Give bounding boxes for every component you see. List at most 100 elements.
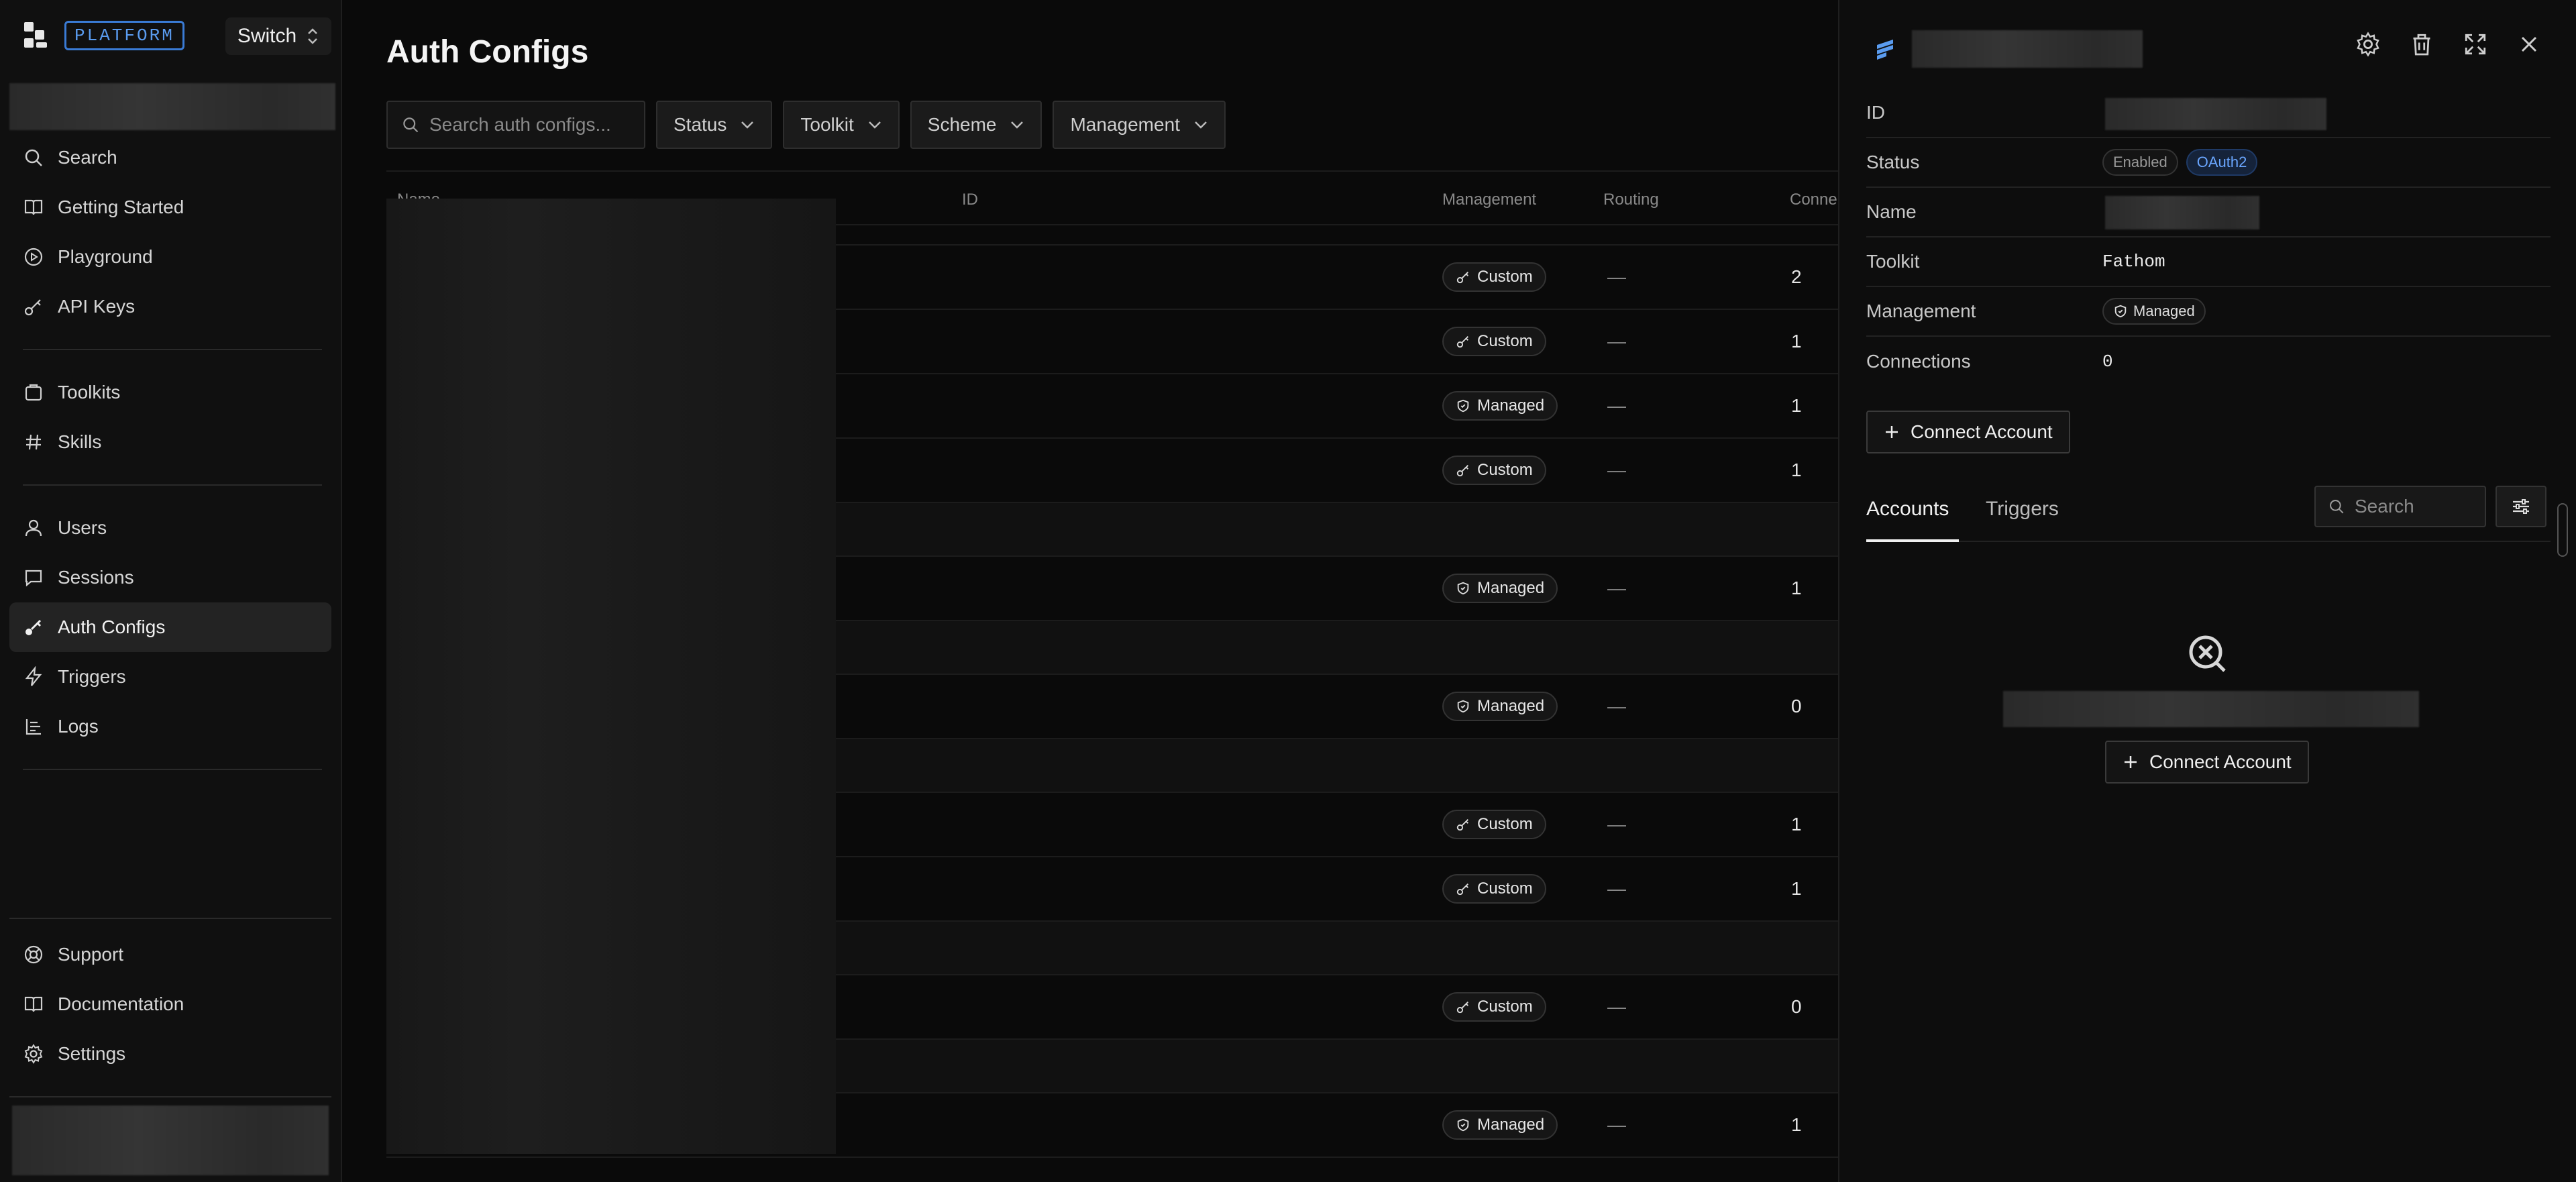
plus-icon (1886, 426, 1898, 438)
management-cell: Custom (1442, 455, 1546, 485)
search-input[interactable] (429, 114, 631, 136)
scrollbar[interactable] (2557, 503, 2568, 557)
nav-item-label: Toolkits (58, 382, 121, 402)
brand[interactable]: PLATFORM (20, 17, 184, 54)
connections-cell: 2 (1791, 266, 1802, 287)
routing-cell: — (1607, 331, 1626, 352)
management-cell: Custom (1442, 327, 1546, 356)
key-icon (1456, 336, 1468, 348)
detail-panel: ID Status Enabled OAuth2 Name Toolkit Fa… (1838, 0, 2576, 1182)
column-header-connections[interactable]: Conne (1790, 191, 1837, 209)
management-badge: Custom (1442, 992, 1546, 1022)
chevron-down-icon (1195, 121, 1207, 129)
nav-item-label: Settings (58, 1043, 126, 1064)
nav-item-api-keys[interactable]: API Keys (9, 282, 331, 331)
nav-item-documentation[interactable]: Documentation (9, 979, 331, 1029)
column-header-id[interactable]: ID (962, 191, 978, 209)
filter-management[interactable]: Management (1053, 101, 1226, 149)
routing-cell: — (1607, 460, 1626, 480)
nav-item-settings[interactable]: Settings (9, 1029, 331, 1079)
filter-options-button[interactable] (2496, 486, 2546, 527)
nav-item-logs[interactable]: Logs (9, 702, 331, 751)
filter-scheme[interactable]: Scheme (910, 101, 1042, 149)
nav-item-toolkits[interactable]: Toolkits (9, 368, 331, 417)
tab-triggers[interactable]: Triggers (1986, 498, 2059, 521)
book-icon (24, 199, 43, 215)
connections-cell: 1 (1791, 814, 1802, 835)
key-icon (25, 619, 42, 635)
panel-title (1912, 30, 2143, 68)
shield-icon (1457, 700, 1469, 713)
nav-item-auth-configs[interactable]: Auth Configs (9, 602, 331, 652)
panel-actions (2355, 31, 2542, 58)
main-content: Auth Configs Status Toolkit Scheme Manag… (343, 0, 1838, 1182)
search-auth-configs[interactable] (386, 101, 645, 149)
filter-toolkit[interactable]: Toolkit (783, 101, 900, 149)
prop-label: Name (1866, 201, 1917, 222)
management-cell: Custom (1442, 992, 1546, 1022)
connections-cell: 0 (1791, 996, 1802, 1017)
management-badge: Custom (1442, 327, 1546, 356)
fathom-logo-icon (1877, 40, 1893, 60)
column-header-routing[interactable]: Routing (1603, 191, 1659, 209)
routing-cell: — (1607, 266, 1626, 287)
account-menu[interactable] (12, 1106, 329, 1175)
nav-item-search[interactable]: Search (9, 133, 331, 182)
connect-account-button[interactable]: Connect Account (1866, 411, 2070, 453)
prop-label: Connections (1866, 351, 1971, 372)
prop-name: Name (1866, 188, 2551, 237)
tab-accounts[interactable]: Accounts (1866, 498, 1949, 521)
search-icon (403, 117, 419, 133)
accounts-search-input[interactable] (2355, 496, 2475, 517)
sliders-icon (2513, 499, 2529, 514)
management-badge: Custom (1442, 810, 1546, 839)
user-icon (25, 519, 42, 537)
nav-item-getting-started[interactable]: Getting Started (9, 182, 331, 232)
switch-button[interactable]: Switch (225, 17, 331, 55)
nav-item-playground[interactable]: Playground (9, 232, 331, 282)
nav-divider (9, 918, 331, 919)
empty-connect-account-button[interactable]: Connect Account (2105, 741, 2309, 784)
management-label: Managed (2133, 303, 2195, 319)
routing-cell: — (1607, 814, 1626, 835)
management-badge: Custom (1442, 455, 1546, 485)
management-label: Custom (1477, 998, 1533, 1016)
management-cell: Managed (1442, 1110, 1558, 1140)
connections-value: 0 (2102, 352, 2113, 372)
close-icon[interactable] (2516, 31, 2542, 58)
filter-status[interactable]: Status (656, 101, 773, 149)
search-icon (2330, 500, 2344, 514)
shield-icon (1457, 582, 1469, 595)
active-tab-indicator (1866, 539, 1959, 542)
nav-item-sessions[interactable]: Sessions (9, 553, 331, 602)
management-badge: Managed (1442, 1110, 1558, 1140)
gear-icon[interactable] (2355, 31, 2381, 58)
management-badge: Managed (1442, 574, 1558, 603)
nav-item-users[interactable]: Users (9, 503, 331, 553)
management-cell: Managed (1442, 574, 1558, 603)
nav-item-label: Users (58, 517, 107, 538)
nav-item-skills[interactable]: Skills (9, 417, 331, 467)
management-label: Custom (1477, 332, 1533, 350)
prop-label: Management (1866, 301, 1976, 321)
prop-connections: Connections 0 (1866, 337, 2551, 386)
management-cell: Managed (1442, 692, 1558, 721)
play-icon (24, 248, 43, 266)
platform-badge: PLATFORM (64, 21, 184, 50)
prop-id: ID (1866, 89, 2551, 138)
nav-divider (23, 769, 322, 770)
nav-secondary: Support Documentation Settings (9, 930, 331, 1079)
expand-icon[interactable] (2462, 31, 2489, 58)
nav-item-label: Search (58, 147, 117, 168)
connections-cell: 1 (1791, 578, 1802, 598)
filter-label: Toolkit (800, 114, 854, 135)
nav-item-label: Documentation (58, 993, 184, 1014)
nav-item-triggers[interactable]: Triggers (9, 652, 331, 702)
project-selector[interactable] (9, 83, 335, 130)
accounts-search[interactable] (2314, 486, 2486, 527)
nav-item-support[interactable]: Support (9, 930, 331, 979)
prop-value: Enabled OAuth2 (2102, 149, 2258, 176)
book-icon (24, 996, 43, 1012)
column-header-management[interactable]: Management (1442, 191, 1536, 209)
trash-icon[interactable] (2408, 31, 2435, 58)
